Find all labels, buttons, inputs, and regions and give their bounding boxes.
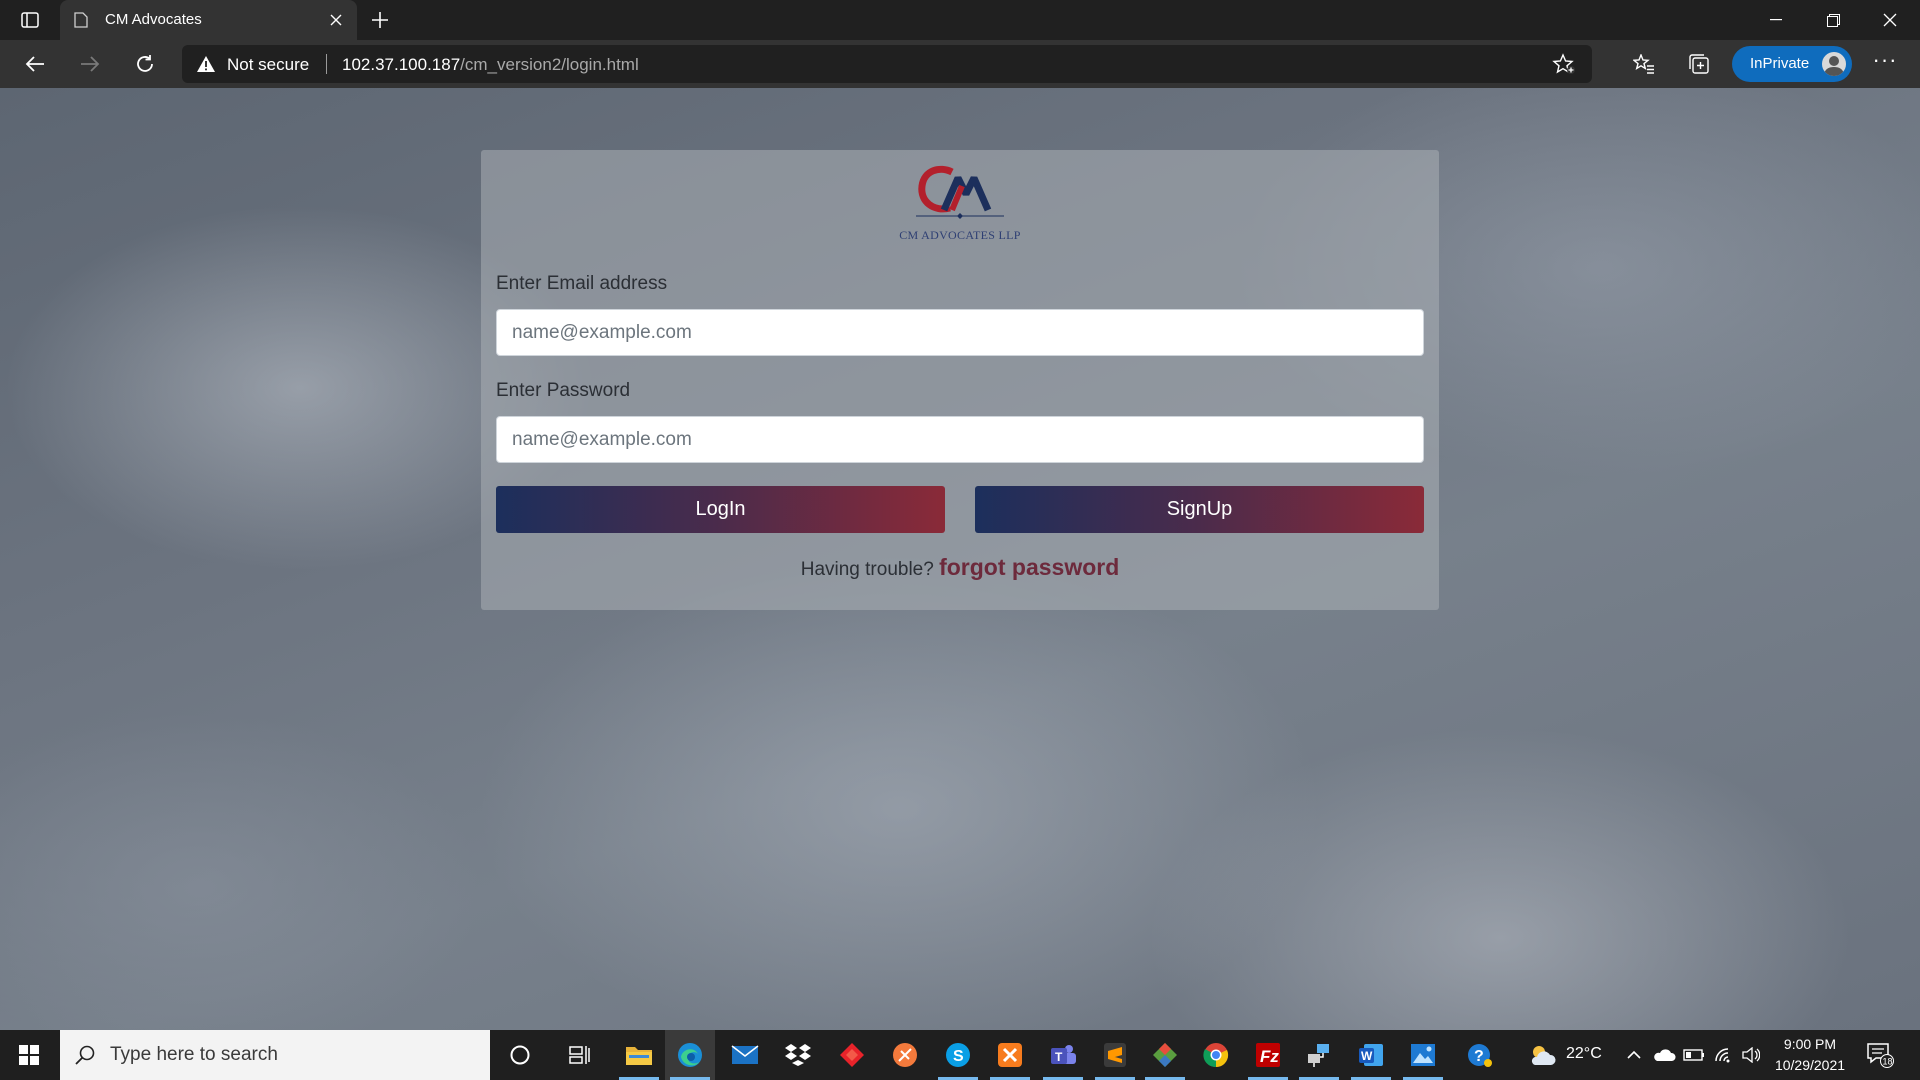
security-status[interactable]: Not secure [227, 55, 309, 75]
search-placeholder: Type here to search [110, 1044, 278, 1065]
help-icon[interactable]: ? [1455, 1030, 1505, 1080]
mail-icon[interactable] [720, 1030, 770, 1080]
file-explorer-icon[interactable] [614, 1030, 664, 1080]
notification-count: 18 [1883, 1057, 1893, 1067]
trouble-text: Having trouble? [800, 559, 934, 580]
profile-avatar [1820, 50, 1848, 78]
close-window-icon[interactable] [1862, 0, 1918, 40]
chrome-icon[interactable] [1191, 1030, 1241, 1080]
more-options-icon[interactable]: ··· [1870, 49, 1900, 76]
taskbar-search[interactable]: Type here to search [60, 1030, 490, 1080]
browser-titlebar: CM Advocates [0, 0, 1920, 40]
logo-text: CM ADVOCATES LLP [899, 228, 1021, 242]
network-icon[interactable] [1294, 1030, 1344, 1080]
url-path: /cm_version2/login.html [460, 55, 639, 74]
clock-date: 10/29/2021 [1774, 1057, 1846, 1073]
svg-text:W: W [1361, 1049, 1373, 1063]
svg-text:?: ? [1474, 1048, 1484, 1065]
address-divider [326, 54, 327, 74]
teams-icon[interactable]: T [1038, 1030, 1088, 1080]
wifi-icon[interactable] [1710, 1030, 1738, 1080]
favorites-icon[interactable] [1632, 52, 1656, 76]
collections-icon[interactable] [1687, 52, 1711, 76]
system-clock[interactable]: 9:00 PM 10/29/2021 [1762, 1034, 1858, 1076]
email-field[interactable] [496, 309, 1424, 356]
inprivate-label: InPrivate [1750, 55, 1810, 72]
tab-close-icon[interactable] [327, 11, 345, 29]
weather-icon[interactable] [1517, 1030, 1567, 1080]
forward-icon[interactable] [73, 48, 107, 80]
url-text[interactable]: 102.37.100.187/cm_version2/login.html [342, 55, 639, 75]
clock-time: 9:00 PM [1783, 1036, 1837, 1052]
git-kraken-icon[interactable] [827, 1030, 877, 1080]
password-label: Enter Password [496, 380, 631, 401]
svg-text:S: S [953, 1048, 964, 1065]
address-bar[interactable]: Not secure 102.37.100.187/cm_version2/lo… [182, 45, 1592, 83]
notification-center-icon[interactable]: 18 [1866, 1042, 1894, 1068]
search-icon [75, 1045, 95, 1065]
minimize-icon[interactable] [1748, 0, 1804, 40]
word-icon[interactable]: W [1346, 1030, 1396, 1080]
photos-icon[interactable] [1398, 1030, 1448, 1080]
tab-actions-icon[interactable] [14, 8, 46, 32]
svg-text:Fz: Fz [1260, 1047, 1279, 1066]
page-viewport: CM ADVOCATES LLP Enter Email address Ent… [0, 88, 1920, 1030]
signup-button[interactable]: SignUp [975, 486, 1424, 533]
windows-taskbar: Type here to search S T Fz W ? 22°C 9:00… [0, 1030, 1920, 1080]
forgot-password-link[interactable]: forgot password [939, 554, 1119, 580]
cortana-icon[interactable] [495, 1030, 545, 1080]
edge-icon[interactable] [665, 1030, 715, 1080]
dropbox-icon[interactable] [773, 1030, 823, 1080]
weather-temp[interactable]: 22°C [1566, 1045, 1602, 1063]
refresh-icon[interactable] [128, 48, 162, 80]
tab-title: CM Advocates [105, 11, 202, 28]
task-view-icon[interactable] [555, 1030, 605, 1080]
trouble-line: Having trouble? forgot password [481, 554, 1439, 581]
back-icon[interactable] [18, 48, 52, 80]
company-logo: CM ADVOCATES LLP [481, 164, 1439, 252]
browser-tab[interactable]: CM Advocates [60, 0, 357, 40]
skype-icon[interactable]: S [933, 1030, 983, 1080]
url-host: 102.37.100.187 [342, 55, 461, 74]
login-card: CM ADVOCATES LLP Enter Email address Ent… [481, 150, 1439, 610]
chevron-up-icon[interactable] [1622, 1030, 1646, 1080]
xampp-icon[interactable] [985, 1030, 1035, 1080]
restore-icon[interactable] [1805, 0, 1861, 40]
email-label: Enter Email address [496, 273, 668, 294]
page-favicon-icon [74, 12, 88, 28]
svg-text:T: T [1055, 1050, 1063, 1064]
new-tab-icon[interactable] [368, 8, 392, 32]
swift-icon[interactable] [880, 1030, 930, 1080]
start-windows-icon[interactable] [0, 1030, 58, 1080]
filezilla-icon[interactable]: Fz [1243, 1030, 1293, 1080]
git-icon[interactable] [1140, 1030, 1190, 1080]
browser-toolbar: Not secure 102.37.100.187/cm_version2/lo… [0, 40, 1920, 88]
inprivate-button[interactable]: InPrivate [1732, 46, 1852, 82]
onedrive-cloud-icon[interactable] [1650, 1030, 1678, 1080]
volume-icon[interactable] [1738, 1030, 1764, 1080]
add-favorite-icon[interactable] [1552, 53, 1576, 75]
login-button[interactable]: LogIn [496, 486, 945, 533]
password-field[interactable] [496, 416, 1424, 463]
warning-icon [197, 56, 215, 72]
sublime-icon[interactable] [1090, 1030, 1140, 1080]
battery-icon[interactable] [1680, 1030, 1708, 1080]
